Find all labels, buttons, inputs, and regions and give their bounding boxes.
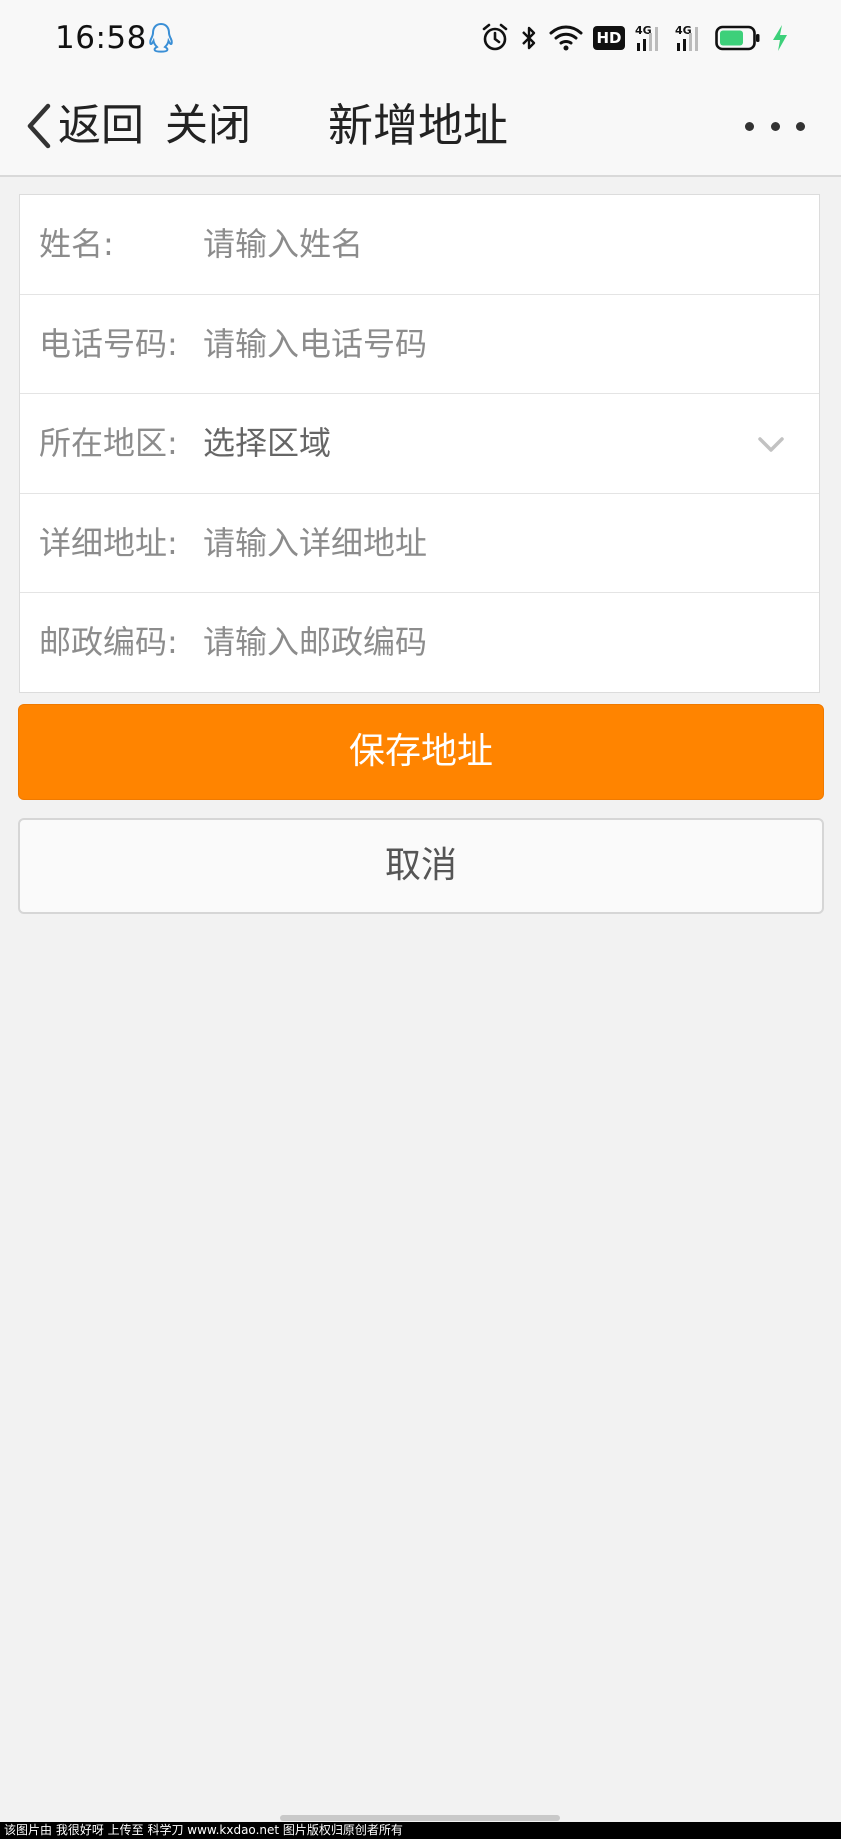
region-label: 所在地区: [39,424,178,463]
back-label: 返回 [58,101,144,151]
alarm-icon [482,23,508,51]
address-form: 姓名: 电话号码: 所在地区: 选择区域 详细地址: 邮政编码: [19,194,820,693]
back-button[interactable]: 返回 [24,100,144,152]
chevron-left-icon [27,103,51,149]
battery-icon [715,25,760,51]
qq-icon [149,22,173,53]
home-gesture-bar[interactable] [280,1815,560,1821]
wifi-icon [549,25,583,51]
region-select[interactable]: 选择区域 [203,423,331,463]
postcode-input[interactable] [203,617,763,668]
postcode-row: 邮政编码: [20,593,819,692]
watermark-text: 该图片由 我很好呀 上传至 科学刀 www.kxdao.net 图片版权归原创者… [0,1822,841,1839]
phone-label: 电话号码: [39,324,178,363]
more-options-button[interactable] [745,114,805,138]
region-row[interactable]: 所在地区: 选择区域 [20,394,819,494]
phone-row: 电话号码: [20,295,819,394]
cancel-button[interactable]: 取消 [18,818,824,914]
nav-header: 返回 关闭 新增地址 [0,76,841,177]
bluetooth-icon [522,26,536,50]
chevron-down-icon[interactable] [757,436,785,454]
postcode-label: 邮政编码: [39,623,178,662]
phone-input[interactable] [203,318,763,369]
signal-icon: 4G [675,24,698,51]
add-address-page: 16:58 HD 4G 4G 返回 关闭 新增地址 姓名: 请输入姓名 电话号码… [0,0,841,1839]
status-icons: HD 4G 4G [481,20,789,56]
status-bar: 16:58 HD 4G 4G [0,0,841,76]
address-input[interactable] [203,517,763,568]
address-row: 详细地址: [20,494,819,593]
name-label: 姓名: [39,225,114,264]
more-dot-icon [745,121,754,131]
signal-icon: 4G [635,24,658,51]
status-time: 16:58 [55,20,147,56]
more-dot-icon [796,121,805,131]
save-address-button[interactable]: 保存地址 [18,704,824,800]
charging-icon [773,25,787,51]
address-label: 详细地址: [39,523,178,562]
page-title: 新增地址 [328,99,509,152]
more-dot-icon [770,121,780,131]
hd-icon: HD [593,26,625,50]
name-input[interactable] [203,219,763,270]
name-row: 姓名: [20,195,819,295]
close-button[interactable]: 关闭 [165,100,251,152]
